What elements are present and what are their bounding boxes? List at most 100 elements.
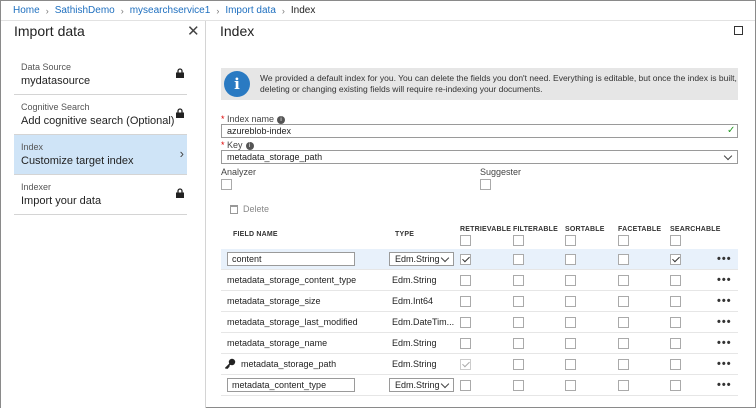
field-name-input[interactable]: content [227,252,355,266]
searchable-checkbox[interactable] [670,380,681,391]
sortable-checkbox[interactable] [565,338,576,349]
retrievable-checkbox[interactable] [460,359,471,370]
filterable-checkbox[interactable] [513,359,524,370]
info-hint-icon: i [245,141,254,150]
breadcrumb-current: Index [290,5,316,16]
filterable-checkbox[interactable] [513,338,524,349]
key-label: * Key i [221,140,254,150]
type-value: Edm.String [395,380,440,390]
lock-icon [176,108,184,118]
field-type: Edm.String [392,275,437,285]
facetable-checkbox[interactable] [618,359,629,370]
searchable-checkbox[interactable] [670,275,681,286]
filterable-checkbox[interactable] [513,254,524,265]
breadcrumb-home[interactable]: Home [13,5,40,16]
table-row[interactable]: metadata_storage_size Edm.Int64 ••• [221,291,738,312]
key-value: metadata_storage_path [227,152,323,162]
breadcrumb-separator: › [281,5,285,16]
maximize-icon[interactable] [734,26,743,35]
step-value: Add cognitive search (Optional) [21,115,175,127]
analyzer-checkbox[interactable] [221,179,232,190]
col-searchable: SEARCHABLE [670,226,721,233]
sortable-checkbox[interactable] [565,359,576,370]
delete-button[interactable]: Delete [230,204,269,214]
analyzer-label: Analyzer [221,167,257,177]
table-row[interactable]: metadata_storage_path Edm.String ••• [221,354,738,375]
facetable-checkbox[interactable] [618,296,629,307]
step-label: Indexer [21,182,52,192]
step-label: Cognitive Search [21,102,90,112]
chevron-right-icon: › [179,146,184,161]
select-all-sortable-checkbox[interactable] [565,235,576,246]
type-dropdown[interactable]: Edm.String [389,378,454,392]
step-data-source[interactable]: Data Source mydatasource [14,55,187,95]
retrievable-checkbox[interactable] [460,296,471,307]
more-options-icon[interactable]: ••• [717,379,732,391]
more-options-icon[interactable]: ••• [717,337,732,349]
info-text: We provided a default index for you. You… [260,73,737,94]
select-all-retrievable-checkbox[interactable] [460,235,471,246]
searchable-checkbox[interactable] [670,317,681,328]
type-dropdown[interactable]: Edm.String [389,252,454,266]
facetable-checkbox[interactable] [618,380,629,391]
select-all-searchable-checkbox[interactable] [670,235,681,246]
index-panel: Index i We provided a default index for … [207,21,755,408]
step-cognitive-search[interactable]: Cognitive Search Add cognitive search (O… [14,95,187,135]
facetable-checkbox[interactable] [618,317,629,328]
select-all-facetable-checkbox[interactable] [618,235,629,246]
step-index[interactable]: Index Customize target index › [14,135,187,175]
table-row[interactable]: metadata_content_type Edm.String ••• [221,375,738,396]
filterable-checkbox[interactable] [513,380,524,391]
chevron-down-icon [440,379,450,389]
breadcrumb-search-service[interactable]: mysearchservice1 [130,5,211,16]
info-banner: i We provided a default index for you. Y… [221,68,738,100]
filterable-checkbox[interactable] [513,275,524,286]
retrievable-checkbox[interactable] [460,338,471,349]
more-options-icon[interactable]: ••• [717,358,732,370]
facetable-checkbox[interactable] [618,254,629,265]
chevron-down-icon [723,151,733,161]
facetable-checkbox[interactable] [618,275,629,286]
table-row[interactable]: content Edm.String ••• [221,249,738,270]
sortable-checkbox[interactable] [565,380,576,391]
searchable-checkbox[interactable] [670,254,681,265]
retrievable-checkbox[interactable] [460,380,471,391]
field-name: metadata_storage_content_type [227,275,357,285]
sortable-checkbox[interactable] [565,254,576,265]
suggester-checkbox[interactable] [480,179,491,190]
sortable-checkbox[interactable] [565,296,576,307]
more-options-icon[interactable]: ••• [717,274,732,286]
searchable-checkbox[interactable] [670,296,681,307]
key-dropdown[interactable]: metadata_storage_path [221,150,738,164]
index-name-input[interactable]: azureblob-index [221,124,738,138]
breadcrumb-import-data[interactable]: Import data [225,5,276,16]
key-icon [224,358,236,370]
select-all-filterable-checkbox[interactable] [513,235,524,246]
close-icon[interactable]: ✕ [187,24,200,39]
retrievable-checkbox[interactable] [460,275,471,286]
lock-icon [176,68,184,78]
retrievable-checkbox[interactable] [460,317,471,328]
type-value: Edm.String [395,254,440,264]
filterable-checkbox[interactable] [513,317,524,328]
breadcrumb-resource-group[interactable]: SathishDemo [55,5,115,16]
more-options-icon[interactable]: ••• [717,295,732,307]
facetable-checkbox[interactable] [618,338,629,349]
more-options-icon[interactable]: ••• [717,253,732,265]
table-row[interactable]: metadata_storage_last_modified Edm.DateTi… [221,312,738,333]
table-row[interactable]: metadata_storage_name Edm.String ••• [221,333,738,354]
field-type: Edm.String [392,338,437,348]
searchable-checkbox[interactable] [670,359,681,370]
type-value: Edm.Int64 [392,296,434,306]
sortable-checkbox[interactable] [565,275,576,286]
searchable-checkbox[interactable] [670,338,681,349]
more-options-icon[interactable]: ••• [717,316,732,328]
sortable-checkbox[interactable] [565,317,576,328]
field-name-input[interactable]: metadata_content_type [227,378,355,392]
step-value: Customize target index [21,155,134,167]
step-indexer[interactable]: Indexer Import your data [14,175,187,215]
retrievable-checkbox[interactable] [460,254,471,265]
step-label: Index [21,142,44,152]
filterable-checkbox[interactable] [513,296,524,307]
table-row[interactable]: metadata_storage_content_type Edm.String •… [221,270,738,291]
